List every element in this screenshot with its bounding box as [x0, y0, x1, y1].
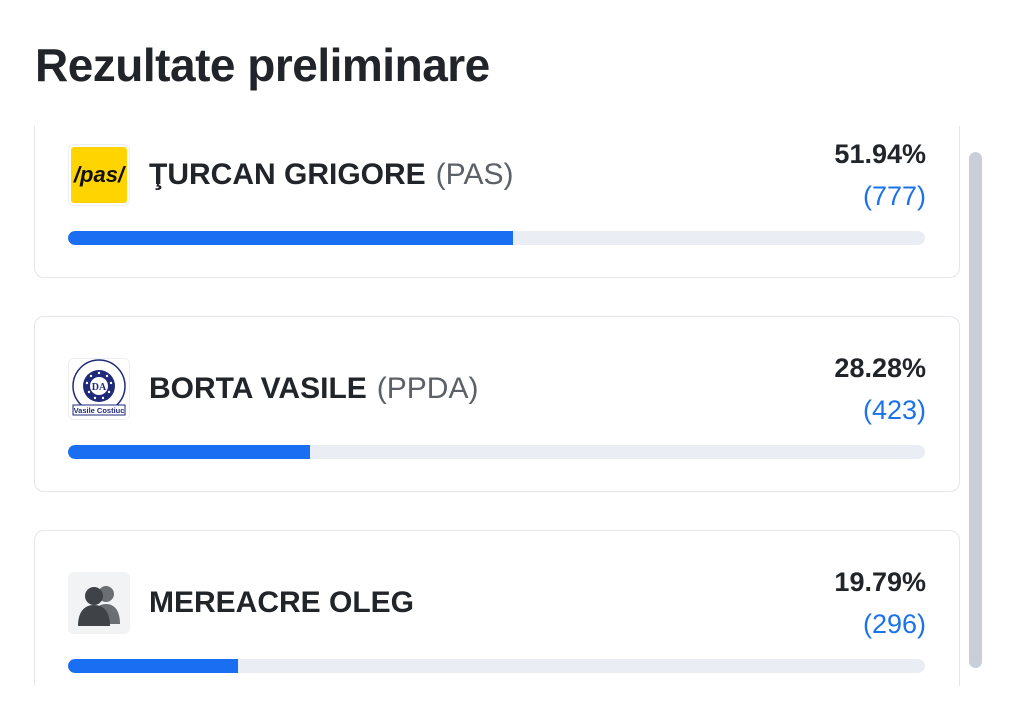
- pas-logo: /pas/: [68, 144, 130, 206]
- ppda-emblem-icon: DA Vasile Costiuc: [72, 359, 126, 416]
- progress-track: [68, 231, 925, 245]
- candidate-card: MEREACRE OLEG 19.79% (296): [34, 530, 960, 686]
- candidate-name: MEREACRE OLEG: [149, 586, 414, 620]
- candidate-name: ŢURCAN GRIGORE (PAS): [149, 158, 513, 192]
- people-icon: [78, 586, 120, 626]
- candidate-card: /pas/ ŢURCAN GRIGORE (PAS) 51.94% (777): [34, 126, 960, 278]
- progress-track: [68, 445, 925, 459]
- candidate-name: BORTA VASILE (PPDA): [149, 372, 478, 406]
- ppda-banner-text: Vasile Costiuc: [74, 406, 125, 415]
- person-placeholder-icon: [68, 572, 130, 634]
- progress-fill: [68, 659, 238, 673]
- candidate-name-text: ŢURCAN GRIGORE: [149, 158, 426, 191]
- pas-logo-text: /pas/: [71, 147, 127, 203]
- candidate-votes: (296): [862, 609, 926, 639]
- ppda-emblem-text: DA: [92, 382, 107, 393]
- candidate-percent: 28.28%: [834, 353, 926, 383]
- candidate-votes: (423): [862, 395, 926, 425]
- candidate-percent: 51.94%: [834, 139, 926, 169]
- candidate-percent: 19.79%: [834, 567, 926, 597]
- candidate-name-text: BORTA VASILE: [149, 372, 367, 405]
- candidate-name-text: MEREACRE OLEG: [149, 586, 415, 619]
- results-list-viewport[interactable]: /pas/ ŢURCAN GRIGORE (PAS) 51.94% (777): [34, 126, 960, 686]
- candidate-votes: (777): [862, 181, 926, 211]
- results-list: /pas/ ŢURCAN GRIGORE (PAS) 51.94% (777): [34, 126, 960, 686]
- candidate-card: DA Vasile Costiuc BORTA VASILE (PPDA) 28.…: [34, 316, 960, 492]
- progress-fill: [68, 231, 514, 245]
- candidate-party: (PAS): [435, 158, 514, 191]
- scrollbar-thumb[interactable]: [969, 152, 982, 668]
- progress-track: [68, 659, 925, 673]
- candidate-party: (PPDA): [376, 372, 479, 405]
- progress-fill: [68, 445, 311, 459]
- page-title: Rezultate preliminare: [35, 39, 490, 91]
- ppda-logo: DA Vasile Costiuc: [68, 358, 130, 420]
